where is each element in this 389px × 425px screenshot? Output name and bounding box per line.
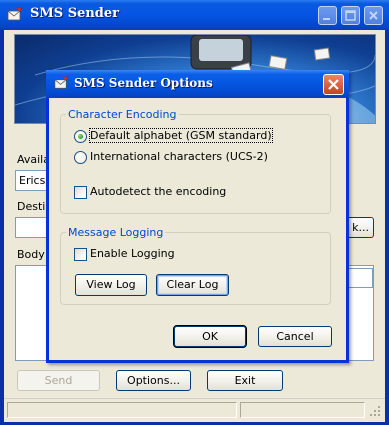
cancel-button-label: Cancel [276,330,314,343]
status-panel-1 [7,402,237,418]
minimize-button[interactable] [318,6,337,25]
close-icon [328,79,339,90]
radio-international-characters-label[interactable]: International characters (UCS-2) [90,150,268,163]
autodetect-checkbox-label[interactable]: Autodetect the encoding [90,185,226,198]
envelope-dialog-icon [54,76,69,89]
dialog-close-button[interactable] [323,74,344,95]
view-log-button-label: View Log [86,278,136,291]
envelope-app-icon [7,7,23,21]
main-window-title: SMS Sender [30,6,120,21]
status-panel-2 [240,402,365,418]
clear-log-button-label: Clear Log [166,278,219,291]
enable-logging-checkbox-label[interactable]: Enable Logging [90,247,175,260]
maximize-button[interactable] [341,6,360,25]
options-button[interactable]: Options... [116,370,191,391]
clear-log-button[interactable]: Clear Log [156,274,229,296]
dialog-title: SMS Sender Options [74,76,213,90]
exit-button-label: Exit [234,374,256,387]
ok-button[interactable]: OK [173,325,247,348]
radio-default-alphabet[interactable] [74,130,87,143]
minimize-icon [323,18,330,20]
maximize-icon [345,10,356,21]
view-log-button[interactable]: View Log [75,274,147,296]
radio-international-characters[interactable] [74,151,87,164]
radio-selected-dot [78,134,83,139]
exit-button[interactable]: Exit [207,370,283,391]
ok-button-label: OK [202,330,218,343]
character-encoding-group-title: Character Encoding [66,108,179,121]
send-button-label: Send [44,374,73,387]
close-icon [369,11,378,20]
enable-logging-checkbox[interactable] [74,248,87,261]
browse-button-label: k... [352,221,369,234]
cancel-button[interactable]: Cancel [258,326,332,347]
radio-default-alphabet-label[interactable]: Default alphabet (GSM standard) [89,128,273,143]
options-button-label: Options... [127,374,180,387]
counter-field [348,268,373,288]
resize-grip-icon[interactable] [368,404,382,418]
message-logging-group-title: Message Logging [66,226,166,239]
send-button[interactable]: Send [17,370,100,391]
close-button[interactable] [364,6,383,25]
autodetect-checkbox[interactable] [74,186,87,199]
